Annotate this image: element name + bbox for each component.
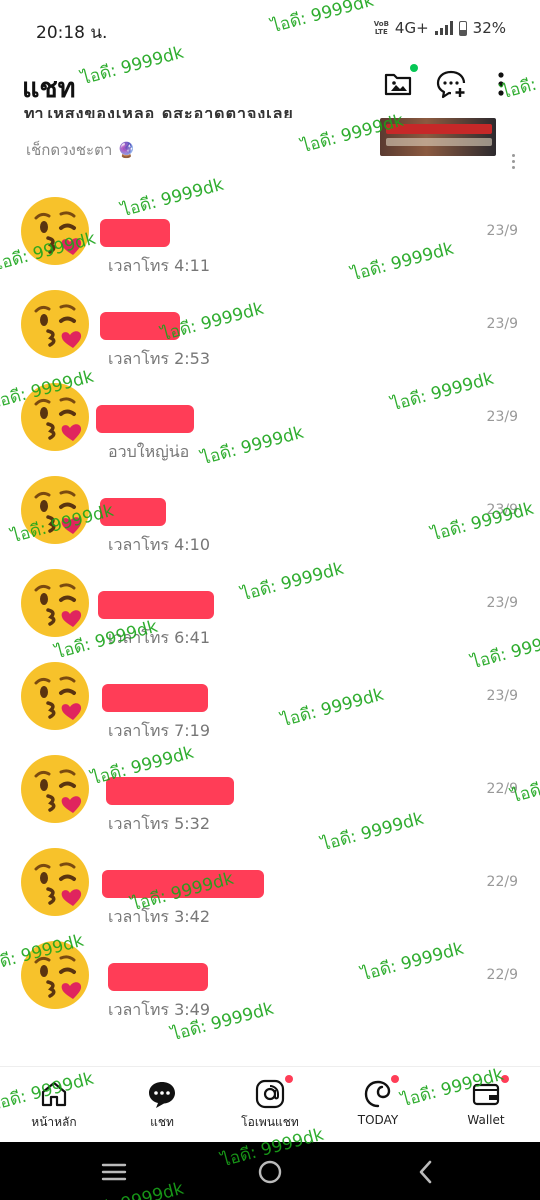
volte-indicator: VoB LTE bbox=[373, 20, 389, 36]
chat-list-item[interactable]: เวลาโทร 5:32 22/9 bbox=[0, 746, 540, 839]
ad-thumbnail[interactable] bbox=[380, 118, 496, 156]
contact-avatar[interactable] bbox=[20, 475, 90, 545]
chat-list-item[interactable]: อวบใหญ่น่อ 23/9 bbox=[0, 374, 540, 467]
battery-level: 32% bbox=[472, 19, 506, 37]
redacted-contact-name bbox=[100, 219, 170, 247]
redacted-contact-name bbox=[108, 963, 208, 991]
last-message-date: 23/9 bbox=[486, 223, 518, 239]
last-message-date: 23/9 bbox=[486, 688, 518, 704]
chat-list-item[interactable]: เวลาโทร 2:53 23/9 bbox=[0, 281, 540, 374]
last-message-date: 23/9 bbox=[486, 316, 518, 332]
more-vertical-icon bbox=[498, 72, 504, 96]
home-icon bbox=[41, 1081, 67, 1107]
contact-avatar[interactable] bbox=[20, 382, 90, 452]
ad-thumb-subcaption-band bbox=[386, 138, 492, 146]
nav-wallet-label: Wallet bbox=[467, 1113, 505, 1127]
last-message-date: 22/9 bbox=[486, 874, 518, 890]
last-message-preview: เวลาโทร 7:19 bbox=[108, 721, 210, 740]
back-icon bbox=[419, 1160, 432, 1184]
today-notification-dot bbox=[391, 1075, 399, 1083]
redacted-contact-name bbox=[100, 312, 180, 340]
app-header: แชท bbox=[0, 58, 540, 110]
redacted-contact-name bbox=[106, 777, 234, 805]
ad-banner[interactable]: ทำให้สิ่งของเหลือ ดูสะอาดตาจังเลย เช็กดว… bbox=[0, 110, 540, 176]
last-message-date: 23/9 bbox=[486, 595, 518, 611]
contact-avatar[interactable] bbox=[20, 568, 90, 638]
redacted-contact-name bbox=[100, 498, 166, 526]
nav-today[interactable]: TODAY bbox=[324, 1067, 432, 1143]
redacted-contact-name bbox=[96, 405, 194, 433]
last-message-preview: เวลาโทร 4:11 bbox=[108, 256, 210, 275]
ad-thumb-caption-band bbox=[386, 124, 492, 134]
ad-text: เช็กดวงชะตา 🔮 bbox=[26, 141, 136, 159]
network-type: 4G+ bbox=[394, 19, 429, 37]
chat-list-item[interactable]: เวลาโทร 3:42 22/9 bbox=[0, 839, 540, 932]
chat-list-item[interactable]: เวลาโทร 7:19 23/9 bbox=[0, 653, 540, 746]
recents-icon bbox=[101, 1163, 127, 1181]
ad-more-icon[interactable] bbox=[512, 154, 516, 169]
nav-chats-label: แชท bbox=[150, 1115, 174, 1129]
battery-icon bbox=[458, 20, 467, 36]
chat-list-item[interactable]: เวลาโทร 4:10 23/9 bbox=[0, 467, 540, 560]
last-message-preview: เวลาโทร 2:53 bbox=[108, 349, 210, 368]
chat-bubble-icon bbox=[149, 1082, 175, 1108]
last-message-preview: เวลาโทร 5:32 bbox=[108, 814, 210, 833]
redacted-contact-name bbox=[102, 870, 264, 898]
home-circle-icon bbox=[258, 1160, 282, 1184]
nav-chats[interactable]: แชท bbox=[108, 1067, 216, 1143]
recents-button[interactable] bbox=[94, 1152, 134, 1192]
system-home-button[interactable] bbox=[250, 1152, 290, 1192]
nav-home[interactable]: หน้าหลัก bbox=[0, 1067, 108, 1143]
system-back-button[interactable] bbox=[406, 1152, 446, 1192]
new-indicator-dot bbox=[410, 64, 418, 72]
more-options-button[interactable] bbox=[486, 66, 516, 102]
wallet-notification-dot bbox=[501, 1075, 509, 1083]
contact-avatar[interactable] bbox=[20, 754, 90, 824]
status-bar: 20:18 น. VoB LTE 4G+ 32% bbox=[0, 0, 540, 58]
last-message-preview: อวบใหญ่น่อ bbox=[108, 442, 190, 461]
last-message-date: 23/9 bbox=[486, 409, 518, 425]
chat-list-item[interactable]: เวลาโทร 3:49 22/9 bbox=[0, 932, 540, 1025]
new-chat-icon bbox=[436, 70, 466, 99]
nav-today-label: TODAY bbox=[357, 1113, 399, 1127]
status-time: 20:18 น. bbox=[36, 23, 108, 43]
contact-avatar[interactable] bbox=[20, 940, 90, 1010]
today-icon bbox=[364, 1080, 391, 1108]
contact-avatar[interactable] bbox=[20, 661, 90, 731]
chat-list-item[interactable]: เวลาโทร 4:11 23/9 bbox=[0, 188, 540, 281]
contact-avatar[interactable] bbox=[20, 847, 90, 917]
last-message-preview: เวลาโทร 3:42 bbox=[108, 907, 210, 926]
last-message-date: 23/9 bbox=[486, 502, 518, 518]
nav-openchat-label: โอเพนแชท bbox=[241, 1115, 299, 1129]
nav-openchat[interactable]: โอเพนแชท bbox=[216, 1067, 324, 1143]
system-navigation-bar bbox=[0, 1142, 540, 1200]
image-folder-icon bbox=[384, 73, 412, 96]
signal-icon bbox=[434, 21, 453, 35]
redacted-contact-name bbox=[102, 684, 208, 712]
status-indicators: VoB LTE 4G+ 32% bbox=[374, 19, 506, 37]
image-folder-button[interactable] bbox=[380, 64, 418, 102]
nav-wallet[interactable]: Wallet bbox=[432, 1067, 540, 1143]
last-message-preview: เวลาโทร 6:41 bbox=[108, 628, 210, 647]
wallet-icon bbox=[472, 1083, 500, 1106]
openchat-notification-dot bbox=[285, 1075, 293, 1083]
page-title: แชท bbox=[22, 73, 76, 104]
new-chat-button[interactable] bbox=[434, 66, 470, 102]
last-message-preview: เวลาโทร 3:49 bbox=[108, 1000, 210, 1019]
chat-list: เวลาโทร 4:11 23/9 เวลาโทร 2:53 23/9 อวบใ… bbox=[0, 188, 540, 1025]
nav-home-label: หน้าหลัก bbox=[31, 1115, 77, 1129]
chat-list-item[interactable]: เวลาโทร 6:41 23/9 bbox=[0, 560, 540, 653]
last-message-preview: เวลาโทร 4:10 bbox=[108, 535, 210, 554]
ad-headline-cropped: ทำให้สิ่งของเหลือ ดูสะอาดตาจังเลย bbox=[24, 110, 324, 118]
bottom-navigation: หน้าหลัก แชท โอเพนแชท TODAY Wallet bbox=[0, 1066, 540, 1142]
contact-avatar[interactable] bbox=[20, 289, 90, 359]
redacted-contact-name bbox=[98, 591, 214, 619]
last-message-date: 22/9 bbox=[486, 781, 518, 797]
last-message-date: 22/9 bbox=[486, 967, 518, 983]
contact-avatar[interactable] bbox=[20, 196, 90, 266]
openchat-icon bbox=[255, 1079, 285, 1109]
